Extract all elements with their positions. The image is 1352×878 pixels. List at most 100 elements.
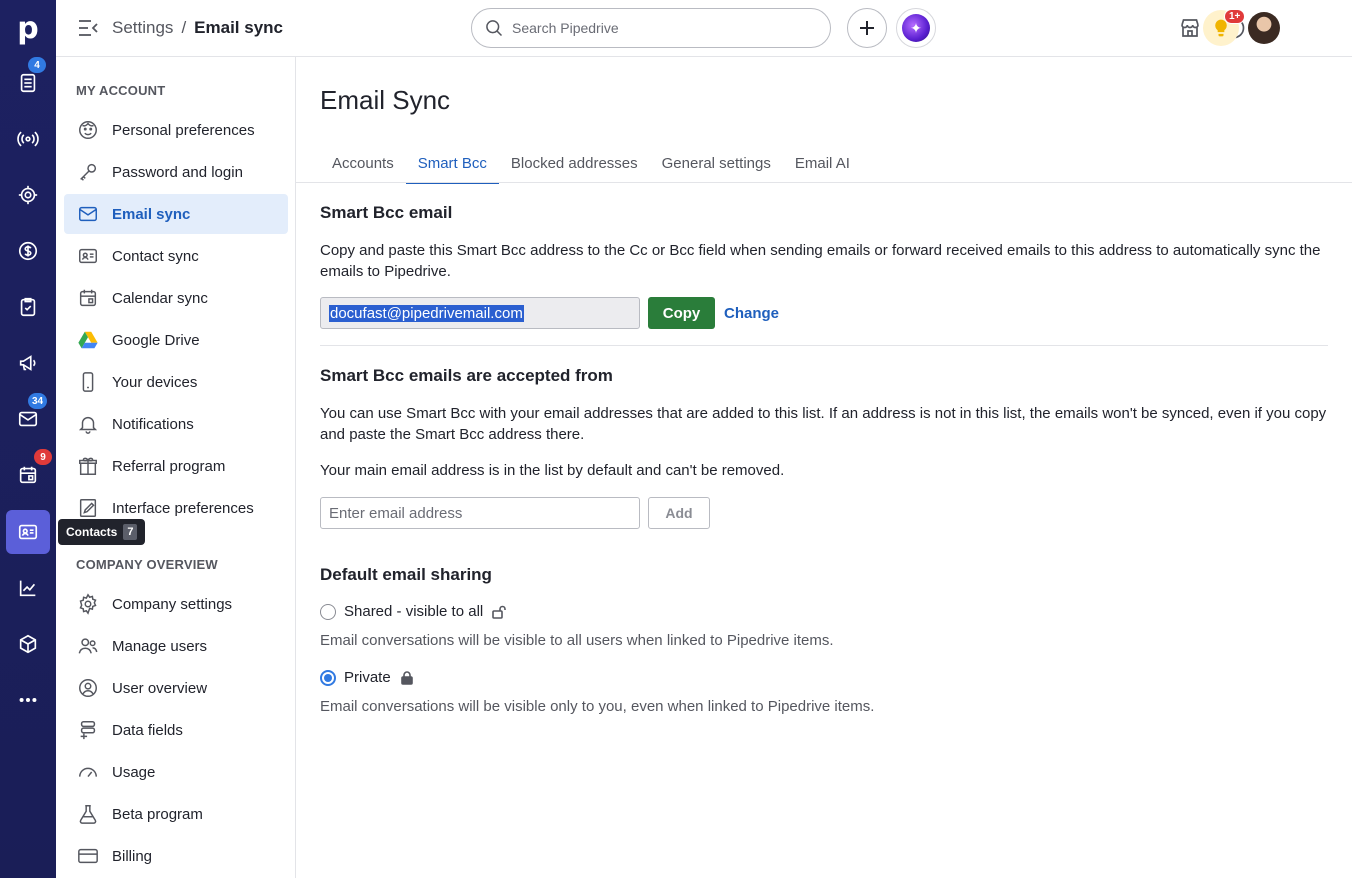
sidebar-item-label: Calendar sync <box>112 289 208 307</box>
section-company-overview: COMPANY OVERVIEW <box>76 557 218 572</box>
tab-blocked-addresses[interactable]: Blocked addresses <box>499 143 650 183</box>
data-fields-icon <box>76 718 100 742</box>
sidebar-item-label: Referral program <box>112 457 226 475</box>
rail-products-icon[interactable] <box>6 622 50 666</box>
smart-bcc-address[interactable]: docufast@pipedrivemail.com <box>329 304 524 322</box>
breadcrumb-current: Email sync <box>194 18 283 37</box>
gift-icon <box>76 454 100 478</box>
marketplace-icon[interactable] <box>1178 16 1202 40</box>
shared-option[interactable]: Shared - visible to all <box>320 603 507 620</box>
sidebar-item-label: Contact sync <box>112 247 199 265</box>
plus-icon <box>860 21 874 35</box>
pipedrive-logo[interactable]: p <box>0 0 56 56</box>
tab-email-ai[interactable]: Email AI <box>783 143 862 183</box>
private-radio[interactable] <box>320 669 336 686</box>
app-rail: p 4 34 9 <box>0 0 56 878</box>
tabs-divider <box>296 182 1352 183</box>
tab-smart-bcc[interactable]: Smart Bcc <box>405 143 500 184</box>
sidebar-item-password[interactable]: Password and login <box>64 152 288 192</box>
sidebar-item-personal-preferences[interactable]: Personal preferences <box>64 110 288 150</box>
rail-contacts-icon[interactable] <box>6 510 50 554</box>
copy-button[interactable]: Copy <box>648 297 715 329</box>
flask-icon <box>76 802 100 826</box>
sidebar-item-label: Data fields <box>112 721 183 739</box>
sidebar-item-label: Beta program <box>112 805 203 823</box>
search-icon <box>486 20 503 37</box>
sidebar-item-usage[interactable]: Usage <box>64 752 288 792</box>
sharing-heading: Default email sharing <box>320 565 492 584</box>
rail-megaphone-icon[interactable] <box>6 341 50 385</box>
google-drive-icon <box>76 328 100 352</box>
search-input[interactable] <box>512 20 792 36</box>
collapse-menu-icon[interactable] <box>78 19 98 37</box>
contacts-tooltip: Contacts 7 <box>58 519 146 545</box>
sparkle-icon: ✦ <box>902 14 930 42</box>
shared-description: Email conversations will be visible to a… <box>320 632 834 649</box>
rail-leads-badge: 4 <box>28 57 46 73</box>
rail-target-icon[interactable] <box>6 173 50 217</box>
sidebar-item-label: User overview <box>112 679 208 697</box>
page-title: Email Sync <box>320 85 451 115</box>
accepted-from-note: Your main email address is in the list b… <box>320 462 785 479</box>
settings-sidebar: MY ACCOUNT Personal preferences Password… <box>56 57 296 878</box>
unlock-icon <box>491 604 507 620</box>
contact-card-icon <box>76 244 100 268</box>
rail-more-icon[interactable] <box>6 678 50 722</box>
tab-bar: Accounts Smart Bcc Blocked addresses Gen… <box>320 143 862 184</box>
change-link[interactable]: Change <box>724 305 779 322</box>
sidebar-item-beta[interactable]: Beta program <box>64 794 288 834</box>
mail-icon <box>76 202 100 226</box>
sidebar-item-company-settings[interactable]: Company settings <box>64 584 288 624</box>
accepted-from-description: You can use Smart Bcc with your email ad… <box>320 405 1327 443</box>
rail-calendar-badge: 9 <box>34 449 52 465</box>
sidebar-item-notifications[interactable]: Notifications <box>64 404 288 444</box>
sidebar-item-label: Notifications <box>112 415 194 433</box>
credit-card-icon <box>76 844 100 868</box>
users-icon <box>76 634 100 658</box>
lock-icon <box>399 670 415 686</box>
user-circle-icon <box>76 676 100 700</box>
sidebar-item-data-fields[interactable]: Data fields <box>64 710 288 750</box>
smart-bcc-address-field[interactable]: docufast@pipedrivemail.com <box>320 297 640 329</box>
breadcrumb-parent[interactable]: Settings <box>112 18 173 38</box>
sidebar-item-label: Usage <box>112 763 156 781</box>
sidebar-item-user-overview[interactable]: User overview <box>64 668 288 708</box>
sidebar-item-billing[interactable]: Billing <box>64 836 288 876</box>
face-icon <box>76 118 100 142</box>
tips-badge: 1+ <box>1224 9 1246 24</box>
rail-insights-icon[interactable] <box>6 566 50 610</box>
tab-accounts[interactable]: Accounts <box>320 143 406 183</box>
search-box[interactable] <box>471 8 831 48</box>
sidebar-item-devices[interactable]: Your devices <box>64 362 288 402</box>
interface-edit-icon <box>76 496 100 520</box>
add-button[interactable]: Add <box>648 497 710 529</box>
gear-icon <box>76 592 100 616</box>
sidebar-item-manage-users[interactable]: Manage users <box>64 626 288 666</box>
sidebar-item-google-drive[interactable]: Google Drive <box>64 320 288 360</box>
shared-radio[interactable] <box>320 603 336 620</box>
sidebar-item-referral[interactable]: Referral program <box>64 446 288 486</box>
quick-add-button[interactable] <box>847 8 887 48</box>
email-address-input[interactable] <box>320 497 640 529</box>
top-bar: Settings / Email sync ✦ 1+ <box>56 0 1352 57</box>
tab-general-settings[interactable]: General settings <box>650 143 783 183</box>
sidebar-item-label: Company settings <box>112 595 233 613</box>
ai-assistant-button[interactable]: ✦ <box>896 8 936 48</box>
sidebar-item-label: Google Drive <box>112 331 200 349</box>
smart-bcc-description: Copy and paste this Smart Bcc address to… <box>320 242 1321 280</box>
bell-icon <box>76 412 100 436</box>
rail-dollar-icon[interactable] <box>6 229 50 273</box>
rail-radio-icon[interactable] <box>6 117 50 161</box>
shared-label: Shared - visible to all <box>344 603 484 620</box>
breadcrumb: Settings / Email sync <box>112 18 283 38</box>
sidebar-item-label: Password and login <box>112 163 243 181</box>
sidebar-item-contact-sync[interactable]: Contact sync <box>64 236 288 276</box>
sidebar-item-calendar-sync[interactable]: Calendar sync <box>64 278 288 318</box>
user-avatar[interactable] <box>1248 12 1280 44</box>
accepted-from-heading: Smart Bcc emails are accepted from <box>320 366 613 385</box>
phone-icon <box>76 370 100 394</box>
rail-tasks-icon[interactable] <box>6 285 50 329</box>
private-description: Email conversations will be visible only… <box>320 698 875 715</box>
private-option[interactable]: Private <box>320 669 415 686</box>
sidebar-item-email-sync[interactable]: Email sync <box>64 194 288 234</box>
